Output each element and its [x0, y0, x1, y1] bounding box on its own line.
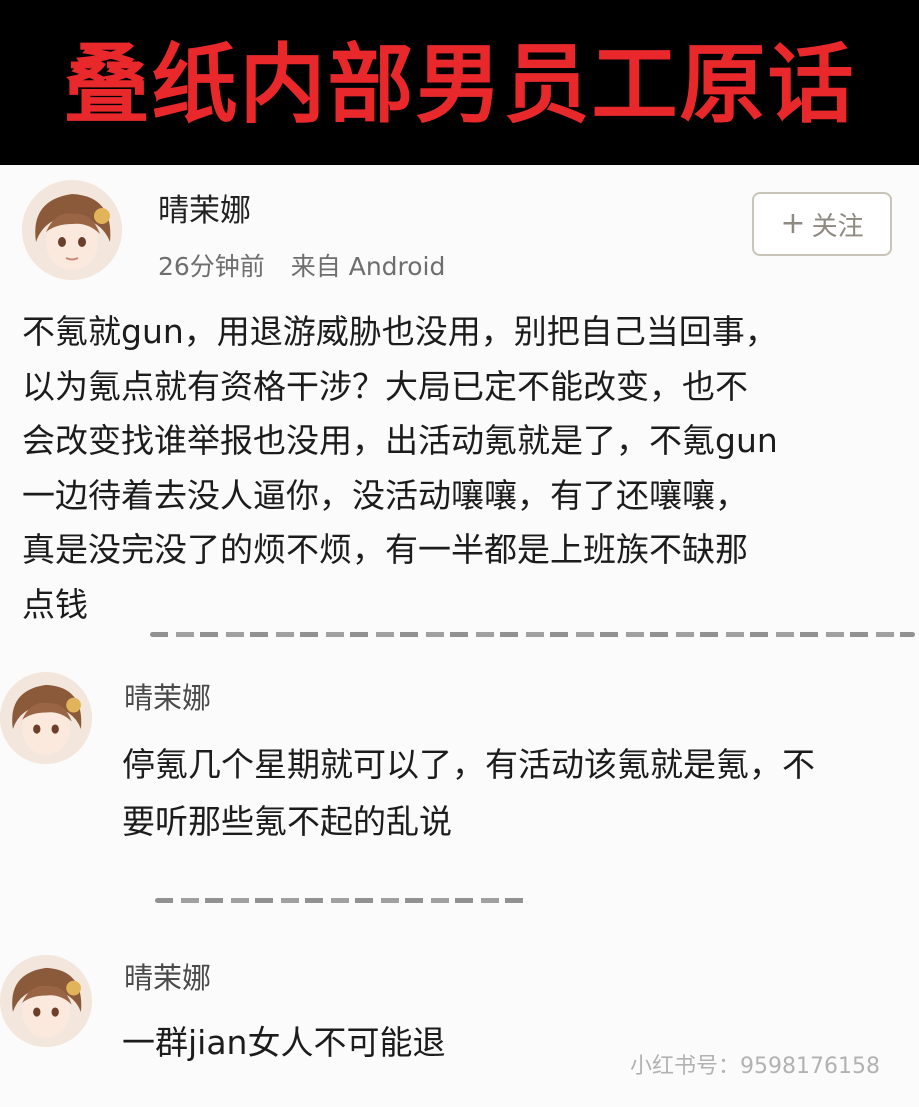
post-line: 以为氪点就有资格干涉？大局已定不能改变，也不	[22, 366, 748, 406]
reply-line: 停氪几个星期就可以了，有活动该氪就是氪，不	[122, 745, 815, 784]
reply-username[interactable]: 晴茉娜	[124, 964, 211, 993]
cropped-text-remnant	[150, 632, 915, 637]
post-time: 26分钟前	[158, 252, 265, 281]
plus-icon: +	[780, 206, 806, 241]
avatar-anime-girl-icon	[22, 180, 122, 280]
avatar[interactable]	[0, 955, 92, 1047]
post-line: 一边待着去没人逼你，没活动嚷嚷，有了还嚷嚷，	[22, 475, 748, 515]
post-body: 不氪就gun，用退游威胁也没用，别把自己当回事， 以为氪点就有资格干涉？大局已定…	[22, 305, 902, 632]
cropped-text-remnant	[155, 898, 525, 903]
avatar[interactable]	[0, 672, 92, 764]
post-line: 点钱	[22, 584, 88, 624]
title-banner: 叠纸内部男员工原话	[0, 0, 919, 165]
reply-username[interactable]: 晴茉娜	[124, 684, 211, 713]
avatar[interactable]	[22, 180, 122, 280]
post-meta: 26分钟前 来自 Android	[158, 254, 445, 279]
screenshot-page: 叠纸内部男员工原话 晴茉娜 26分钟前 来自 Android + 关注 不氪就g…	[0, 0, 919, 1107]
banner-title: 叠纸内部男员工原话	[63, 34, 856, 135]
post-line: 不氪就gun，用退游威胁也没用，别把自己当回事，	[22, 312, 778, 351]
reply-body: 停氪几个星期就可以了，有活动该氪就是氪，不 要听那些氪不起的乱说	[122, 736, 912, 850]
avatar-anime-girl-icon	[0, 672, 92, 764]
watermark: 小红书号：9598176158	[630, 1054, 880, 1079]
post-source: 来自 Android	[290, 252, 446, 281]
post-line: 会改变找谁举报也没用，出活动氪就是了，不氪gun	[22, 421, 778, 460]
follow-label: 关注	[811, 211, 864, 242]
avatar-anime-girl-icon	[0, 955, 92, 1047]
reply-line: 要听那些氪不起的乱说	[122, 802, 452, 841]
post-username[interactable]: 晴茉娜	[158, 196, 251, 227]
post-line: 真是没完没了的烦不烦，有一半都是上班族不缺那	[22, 530, 748, 569]
follow-button[interactable]: + 关注	[752, 192, 892, 256]
